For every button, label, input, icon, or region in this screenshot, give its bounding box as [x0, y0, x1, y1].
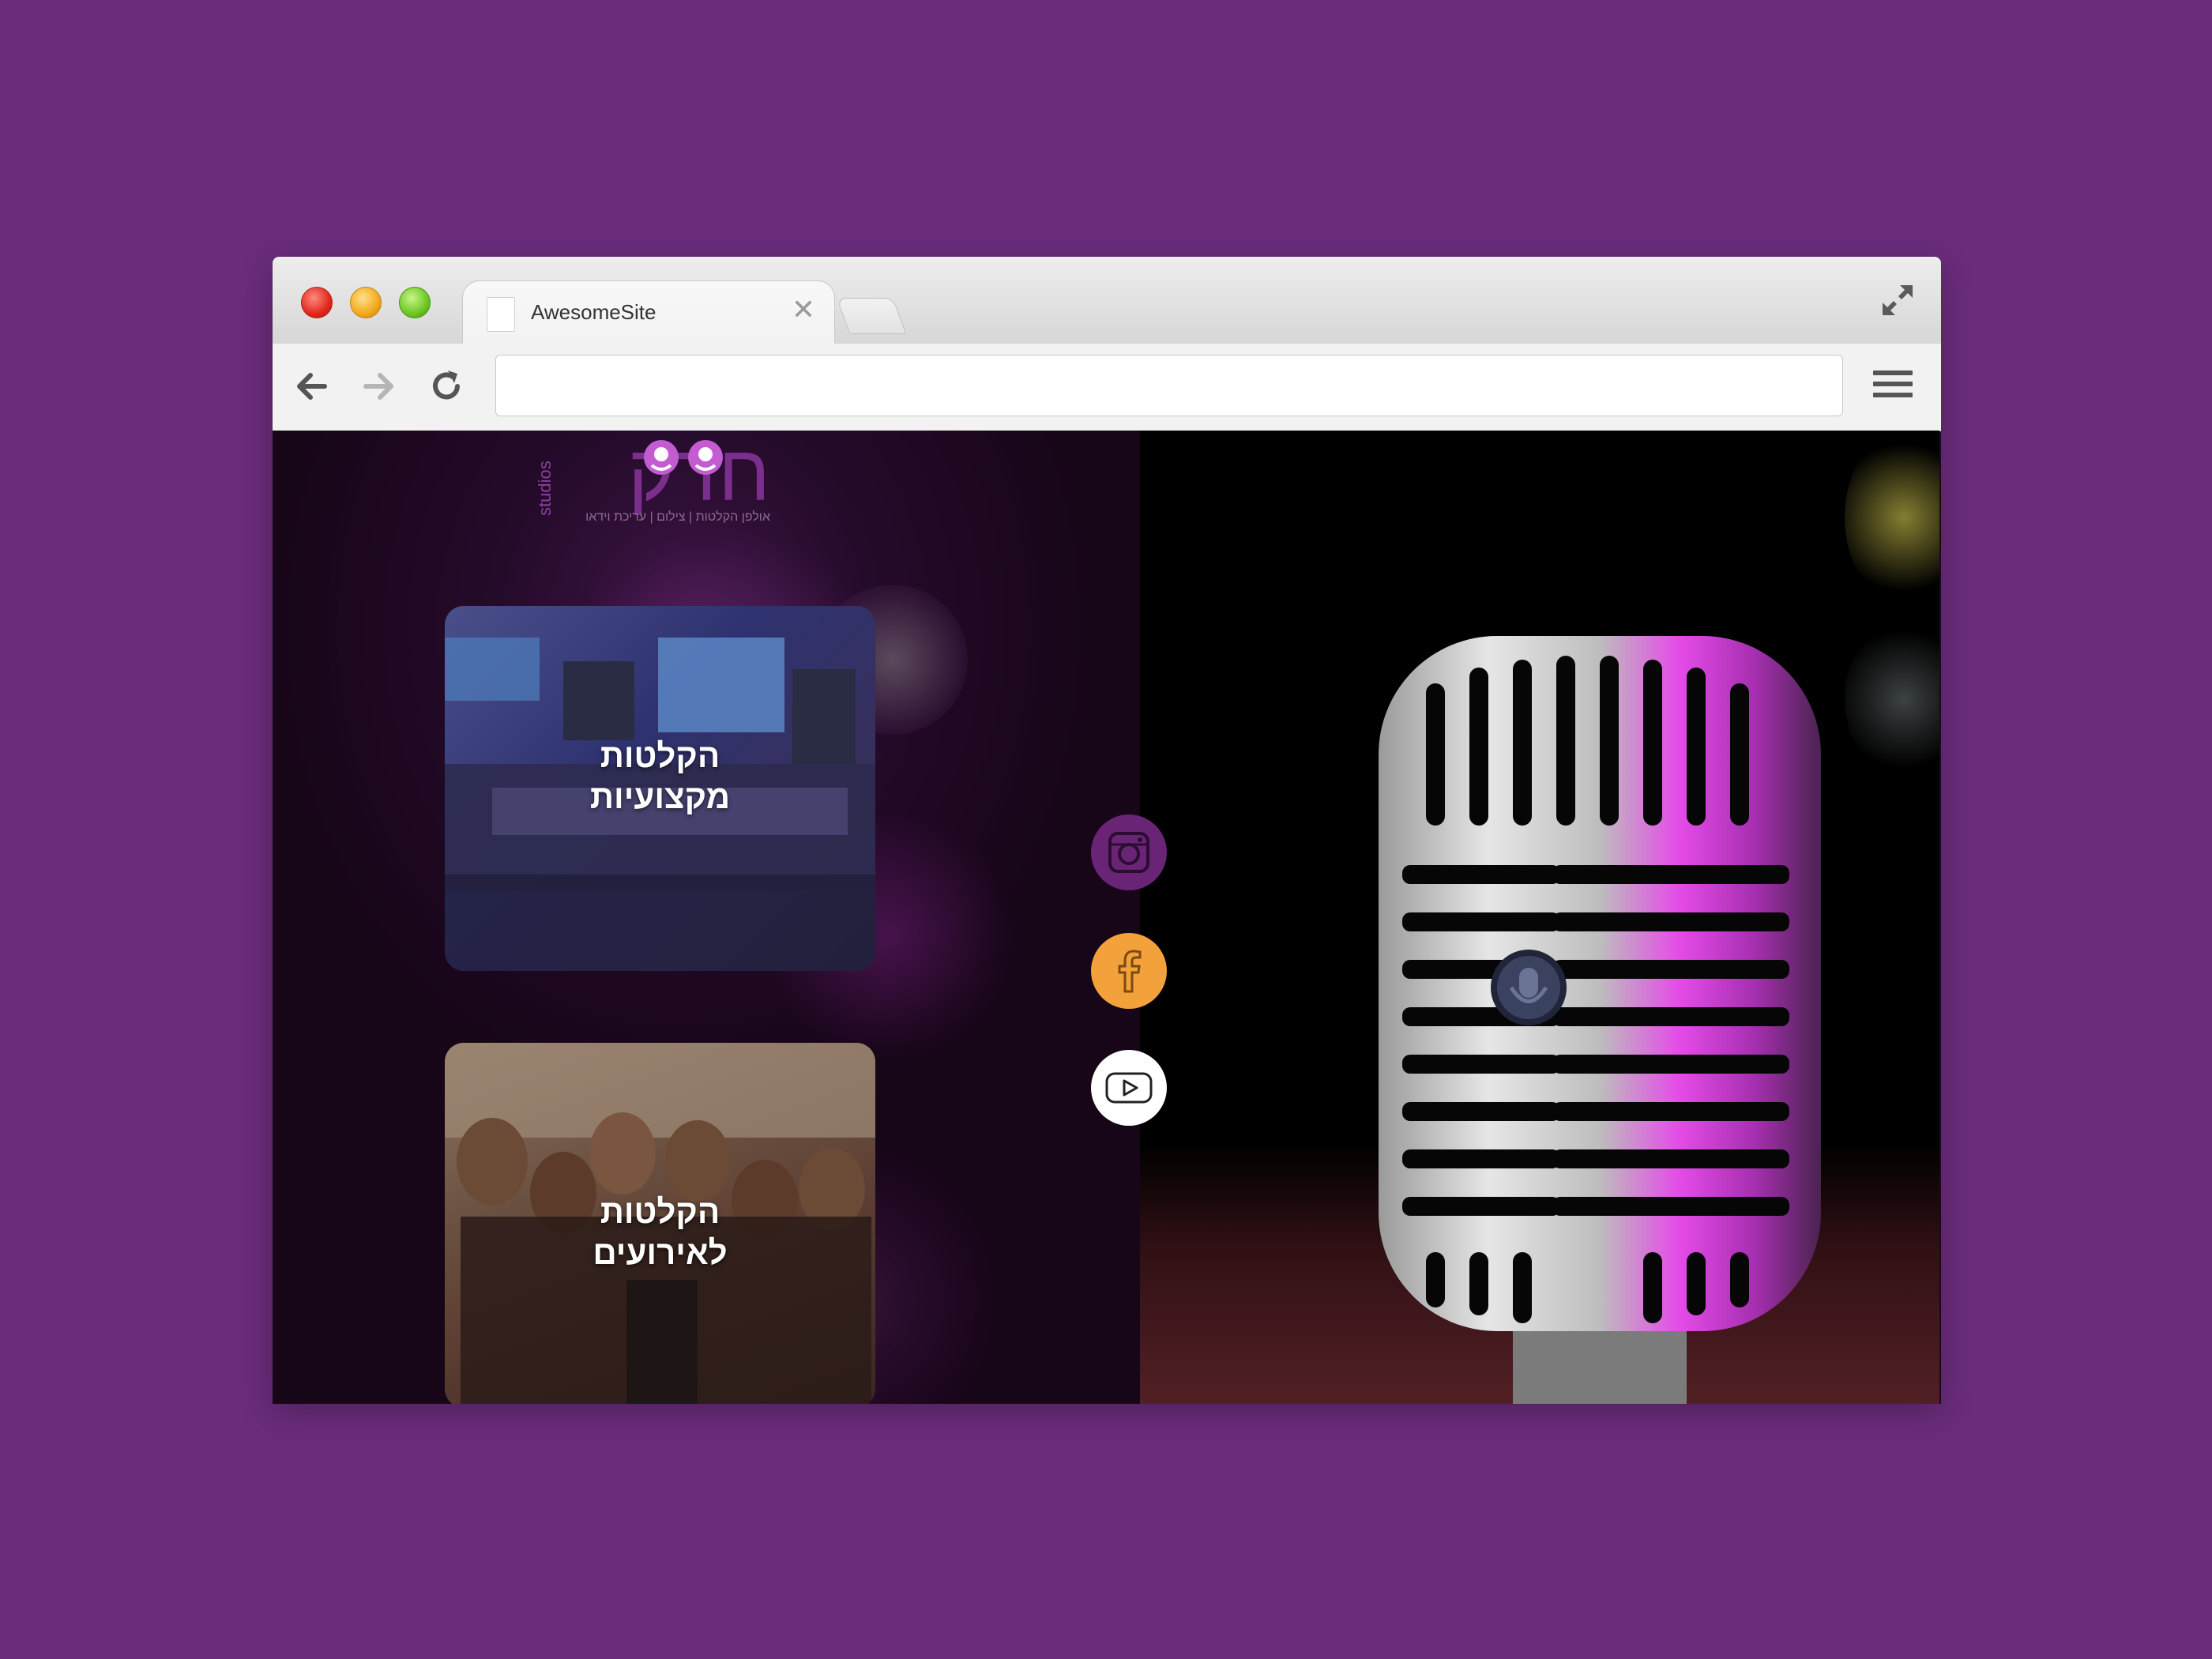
- card-title-line: מקצועיות: [589, 778, 731, 815]
- menu-icon[interactable]: [1873, 371, 1913, 404]
- service-card-event-recording[interactable]: הקלטות לאירועים: [445, 1043, 875, 1404]
- menu-line: [1873, 371, 1913, 375]
- browser-window: AwesomeSite ✕ studios חדק אולפן הקלטות |…: [273, 257, 1941, 1404]
- card-title-line: לאירועים: [592, 1234, 728, 1271]
- site-logo[interactable]: studios חדק אולפן הקלטות | צילום | עריכת…: [533, 431, 786, 525]
- close-window-button[interactable]: [301, 287, 333, 318]
- forward-arrow-icon[interactable]: [356, 364, 401, 408]
- back-arrow-icon[interactable]: [290, 364, 334, 408]
- bokeh-light: [1845, 431, 1939, 604]
- card-title: הקלטות לאירועים: [445, 1191, 875, 1273]
- tab-title: AwesomeSite: [531, 300, 656, 324]
- page-icon: [487, 297, 515, 332]
- minimize-window-button[interactable]: [350, 287, 382, 318]
- youtube-icon: [1105, 1072, 1153, 1104]
- service-card-professional-recording[interactable]: הקלטות מקצועיות: [445, 606, 875, 971]
- facebook-icon: [1118, 950, 1142, 993]
- browser-tab[interactable]: AwesomeSite ✕: [462, 280, 835, 346]
- microphone-icon: [1379, 636, 1821, 1404]
- menu-line: [1873, 382, 1913, 386]
- tab-close-icon[interactable]: ✕: [792, 295, 815, 324]
- instagram-icon: [1108, 832, 1149, 873]
- title-bar: AwesomeSite ✕: [273, 257, 1941, 346]
- card-title-line: הקלטות: [600, 737, 720, 774]
- logo-sub-text: studios: [535, 461, 555, 516]
- menu-line: [1873, 393, 1913, 397]
- address-bar-input[interactable]: [495, 355, 1843, 416]
- bokeh-light: [1845, 620, 1939, 778]
- card-title-line: הקלטות: [600, 1193, 720, 1230]
- browser-toolbar: [273, 344, 1941, 431]
- logo-tagline: אולפן הקלטות | צילום | עריכת וידאו: [585, 510, 770, 524]
- maximize-window-button[interactable]: [399, 287, 431, 318]
- youtube-button[interactable]: [1091, 1050, 1167, 1126]
- facebook-button[interactable]: [1091, 933, 1167, 1009]
- new-tab-button[interactable]: [836, 298, 907, 334]
- reload-icon[interactable]: [424, 364, 468, 408]
- page-content: studios חדק אולפן הקלטות | צילום | עריכת…: [273, 431, 1939, 1404]
- card-title: הקלטות מקצועיות: [445, 735, 875, 818]
- instagram-button[interactable]: [1091, 814, 1167, 890]
- fullscreen-icon[interactable]: [1878, 280, 1917, 320]
